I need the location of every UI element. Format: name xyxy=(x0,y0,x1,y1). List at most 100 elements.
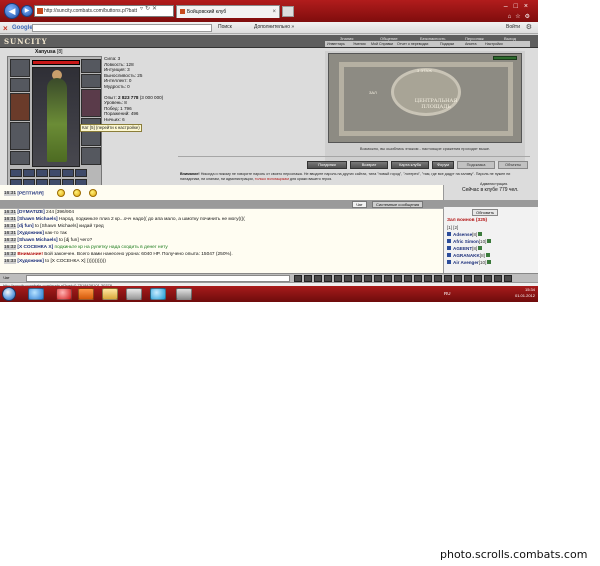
submenu-gifts[interactable]: Подарки xyxy=(440,41,454,47)
chat-tool-icon[interactable] xyxy=(354,275,362,282)
tab-system-messages[interactable]: Системные сообщения xyxy=(372,201,424,208)
chat-tool-icon[interactable] xyxy=(474,275,482,282)
amulet-slot[interactable] xyxy=(10,78,30,92)
explorer-folder-icon[interactable] xyxy=(102,288,118,300)
chat-nick[interactable]: [Художник] xyxy=(17,259,43,264)
helmet-slot[interactable] xyxy=(10,59,30,77)
chat-tool-icon[interactable] xyxy=(384,275,392,282)
belt-slot[interactable] xyxy=(10,151,30,165)
submenu-references[interactable]: Мой Справки xyxy=(371,41,393,47)
inventory-cell[interactable] xyxy=(23,169,35,177)
user-item[interactable]: AGEENT[8] xyxy=(447,246,483,251)
chat-tool-icon[interactable] xyxy=(414,275,422,282)
google-more-button[interactable]: Дополнительно » xyxy=(254,22,294,33)
google-search-button[interactable]: Поиск xyxy=(218,22,232,33)
ring-slot[interactable] xyxy=(81,74,101,88)
chat-tool-icon[interactable] xyxy=(404,275,412,282)
hint-button[interactable]: Подсказка xyxy=(457,161,495,169)
inventory-cell[interactable] xyxy=(10,169,22,177)
google-search-input[interactable] xyxy=(32,24,212,32)
wrench-icon[interactable]: ⚙ xyxy=(526,22,532,33)
character-avatar[interactable] xyxy=(32,67,80,167)
club-map-button[interactable]: Карта клуба xyxy=(391,161,429,169)
shield-slot[interactable] xyxy=(81,89,101,117)
skype-icon[interactable] xyxy=(150,288,166,300)
earring-slot[interactable] xyxy=(81,59,101,73)
chat-tool-icon[interactable] xyxy=(434,275,442,282)
tab-close-icon[interactable]: × xyxy=(272,6,276,18)
chat-nick[interactable]: [Shawn Michaels] xyxy=(17,238,57,243)
inventory-cell[interactable] xyxy=(49,169,61,177)
weapon-slot[interactable] xyxy=(10,93,30,121)
chat-tool-icon[interactable] xyxy=(494,275,502,282)
inventory-cell[interactable] xyxy=(62,169,74,177)
browser-tools-icon[interactable]: ⌂☆⚙ xyxy=(508,13,534,20)
chat-tool-icon[interactable] xyxy=(324,275,332,282)
media-player-icon[interactable] xyxy=(78,288,94,300)
chat-tool-icon[interactable] xyxy=(364,275,372,282)
chat-tool-icon[interactable] xyxy=(374,275,382,282)
user-item[interactable]: Adsense[8] xyxy=(447,232,483,237)
ie-icon[interactable] xyxy=(28,288,44,300)
chat-tool-icon[interactable] xyxy=(334,275,342,282)
submenu-settings[interactable]: Настройки xyxy=(485,41,503,47)
gloves-slot[interactable] xyxy=(81,118,101,146)
chat-tool-icon[interactable] xyxy=(344,275,352,282)
user-item[interactable]: AGRANAKK[8] xyxy=(447,253,490,258)
inventory-cell[interactable] xyxy=(36,169,48,177)
chat-tool-icon[interactable] xyxy=(444,275,452,282)
address-tools-icon[interactable]: ▿↻✕ xyxy=(140,5,159,12)
forward-button[interactable]: ▶ xyxy=(21,5,33,17)
return-button[interactable]: Возврат xyxy=(350,161,388,169)
window-controls-icon[interactable]: –□× xyxy=(504,3,534,10)
boots-slot[interactable] xyxy=(81,147,101,165)
inventory-cell[interactable] xyxy=(75,169,87,177)
submenu-skills[interactable]: Умения xyxy=(353,41,366,47)
chat-nick[interactable]: [DYMATIZE] xyxy=(17,210,44,215)
submenu-profile[interactable]: Анкета xyxy=(465,41,476,47)
character-name[interactable]: Xanyusa [8] xyxy=(35,49,63,55)
chat-tool-icon[interactable] xyxy=(504,275,512,282)
objects-button[interactable]: Объекты xyxy=(498,161,528,169)
chat-messages[interactable]: 16:31 [DYMATIZE] 244 [396/904 16:31 [Sha… xyxy=(0,208,444,273)
user-item[interactable]: Air Avenger[10] xyxy=(447,260,492,265)
tab-chat[interactable]: Чат xyxy=(352,201,367,208)
chat-tool-icon[interactable] xyxy=(464,275,472,282)
user-level: [10] xyxy=(478,260,487,265)
new-tab-button[interactable] xyxy=(282,6,294,17)
chat-nick[interactable]: [Х СОСЕНКА Х] xyxy=(17,245,53,250)
language-indicator[interactable]: RU xyxy=(444,291,451,296)
chat-tool-icon[interactable] xyxy=(304,275,312,282)
chat-tool-icon[interactable] xyxy=(484,275,492,282)
chat-tool-icon[interactable] xyxy=(454,275,462,282)
chat-nick[interactable]: [dj fun] xyxy=(17,224,33,229)
armor-slot[interactable] xyxy=(10,122,30,150)
app-window-icon[interactable] xyxy=(176,288,192,300)
start-button[interactable] xyxy=(2,287,16,301)
user-item[interactable]: Afric Simon[10] xyxy=(447,239,492,244)
chat-tool-icon[interactable] xyxy=(294,275,302,282)
club-map[interactable]: 3 ЭТАЖ ЗАЛ ЦЕНТРАЛЬНАЯ ПЛОЩАДЬ xyxy=(328,53,522,143)
chat-line: 16:32 [Х СОСЕНКА Х] подкиньте кр на руле… xyxy=(4,245,168,251)
back-button[interactable]: ◀ xyxy=(4,3,20,19)
chat-nick[interactable]: [Художник] xyxy=(17,231,43,236)
user-pages[interactable]: [1] [2] xyxy=(447,225,458,230)
warning-red-text[interactable]: только взломщикам xyxy=(254,177,289,181)
chat-nick[interactable]: [РЕПТИЛЯ] xyxy=(17,191,43,196)
tray-clock[interactable]: 15:34 01.01.2012 xyxy=(515,287,535,299)
refresh-button[interactable]: Обновить xyxy=(472,209,499,216)
app-window-icon[interactable] xyxy=(126,288,142,300)
chat-input[interactable] xyxy=(26,275,290,282)
chat-tool-icon[interactable] xyxy=(314,275,322,282)
forum-button[interactable]: Форум xyxy=(432,161,454,169)
close-toolbar-icon[interactable]: × xyxy=(3,23,8,34)
google-signin-link[interactable]: Войти xyxy=(506,22,520,33)
tab-active[interactable]: Бойцовский клуб × xyxy=(176,5,280,18)
chat-nick[interactable]: [Shawn Michaels] xyxy=(17,217,57,222)
chat-tool-icon[interactable] xyxy=(394,275,402,282)
duels-button[interactable]: Поединки xyxy=(307,161,347,169)
submenu-inventory[interactable]: Инвентарь xyxy=(327,41,345,47)
submenu-transfers[interactable]: Отчет о переводах xyxy=(397,41,428,47)
opera-icon[interactable] xyxy=(56,288,72,300)
chat-tool-icon[interactable] xyxy=(424,275,432,282)
